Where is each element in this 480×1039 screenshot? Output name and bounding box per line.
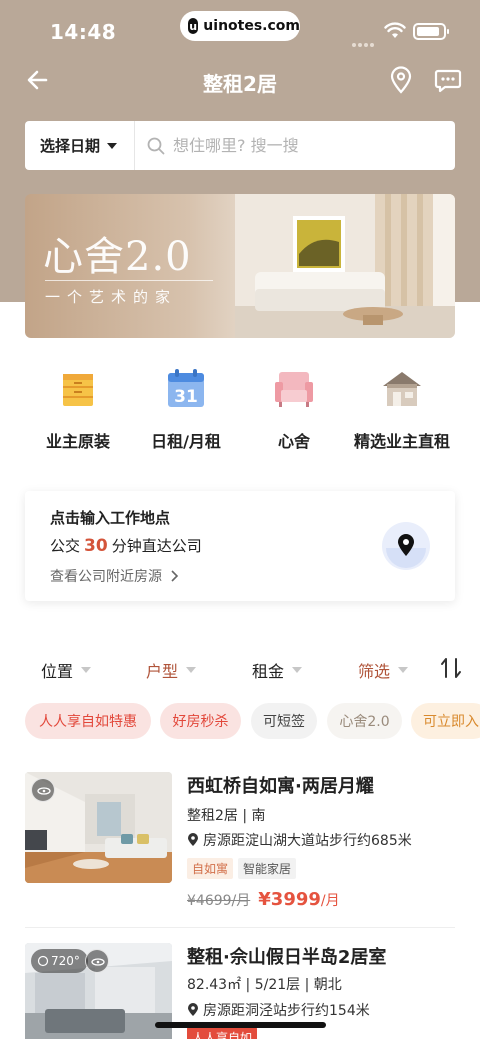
banner-title: 心舍2.0 bbox=[43, 234, 192, 280]
filter-rent[interactable]: 租金 bbox=[252, 658, 303, 682]
location-pin-icon bbox=[386, 534, 426, 568]
date-selector-label: 选择日期 bbox=[40, 137, 101, 155]
calendar-icon: 31 bbox=[168, 369, 204, 407]
tag-flash-sale[interactable]: 好房秒杀 bbox=[160, 703, 241, 739]
listing-photo bbox=[25, 772, 172, 883]
category-label: 精选业主直租 bbox=[353, 432, 450, 451]
listing-title: 整租·佘山假日半岛2居室 bbox=[187, 947, 387, 968]
filter-label: 筛选 bbox=[358, 662, 391, 681]
quick-tag-row: 人人享自如特惠 好房秒杀 可短签 心舍2.0 可立即入 bbox=[25, 703, 480, 739]
pin-icon bbox=[188, 1003, 198, 1016]
chip-brand: 自如寓 bbox=[187, 858, 234, 879]
listing-distance: 房源距淀山湖大道站步行约685米 bbox=[187, 830, 412, 850]
work-card-title: 点击输入工作地点 bbox=[50, 509, 171, 527]
filter-label: 户型 bbox=[146, 662, 179, 681]
search-icon bbox=[147, 137, 165, 154]
commute-info: 公交 30 分钟直达公司 bbox=[50, 535, 202, 556]
distance-text: 房源距洞泾站步行约154米 bbox=[203, 1003, 370, 1019]
price-unit: /月 bbox=[320, 893, 340, 909]
current-price: ¥3999 bbox=[258, 889, 321, 910]
banner-subtitle: 一个艺术的家 bbox=[45, 288, 178, 306]
filter-layout[interactable]: 户型 bbox=[146, 658, 197, 682]
nearby-link-label: 查看公司附近房源 bbox=[50, 569, 162, 585]
dropdown-arrow-icon bbox=[398, 667, 409, 673]
url-pill: u uinotes.com bbox=[180, 11, 300, 41]
pin-icon bbox=[188, 833, 198, 846]
commute-minutes: 30 bbox=[84, 536, 108, 556]
app-screen: 14:48 u uinotes.com 整租2居 选择日期 想住哪里? 搜一搜 … bbox=[0, 0, 480, 1039]
chevron-right-icon bbox=[171, 570, 179, 582]
panorama-icon bbox=[37, 955, 49, 967]
listing-meta: 82.43㎡ | 5/21层 | 朝北 bbox=[187, 977, 342, 993]
chip-smart-home: 智能家居 bbox=[238, 858, 297, 879]
panorama-badge[interactable]: 720° bbox=[31, 949, 88, 973]
listing-title: 西虹桥自如寓·两居月耀 bbox=[187, 776, 374, 797]
nearby-link[interactable]: 查看公司附近房源 bbox=[50, 566, 179, 586]
filter-location[interactable]: 位置 bbox=[41, 658, 92, 682]
location-pin-button[interactable] bbox=[382, 522, 430, 570]
tag-discount[interactable]: 人人享自如特惠 bbox=[25, 703, 151, 739]
listing-card[interactable]: 西虹桥自如寓·两居月耀 整租2居 | 南 房源距淀山湖大道站步行约685米 自如… bbox=[25, 772, 455, 922]
filter-more[interactable]: 筛选 bbox=[358, 658, 409, 682]
commute-suffix: 分钟直达公司 bbox=[111, 537, 202, 555]
vr-view-icon[interactable] bbox=[85, 949, 109, 973]
tag-move-in-now[interactable]: 可立即入 bbox=[411, 703, 480, 739]
promo-banner[interactable]: 心舍2.0 一个艺术的家 bbox=[25, 194, 455, 338]
work-location-card[interactable]: 点击输入工作地点 公交 30 分钟直达公司 查看公司附近房源 bbox=[25, 491, 455, 601]
original-price: ¥4699/月 bbox=[187, 893, 251, 909]
caret-down-icon bbox=[107, 142, 118, 149]
divider bbox=[25, 927, 455, 928]
url-text: uinotes.com bbox=[203, 18, 300, 34]
tag-short-lease[interactable]: 可短签 bbox=[251, 703, 317, 739]
listing-meta: 整租2居 | 南 bbox=[187, 808, 266, 824]
listing-tags: 自如寓 智能家居 bbox=[187, 858, 301, 879]
dropdown-arrow-icon bbox=[81, 667, 92, 673]
svg-text:31: 31 bbox=[174, 387, 198, 407]
nav-bar: 整租2居 bbox=[0, 58, 480, 104]
filter-bar: 位置 户型 租金 筛选 bbox=[0, 654, 480, 684]
tag-xinshe[interactable]: 心舍2.0 bbox=[327, 703, 402, 739]
sort-icon[interactable] bbox=[440, 656, 462, 680]
status-bar: 14:48 u uinotes.com bbox=[0, 0, 480, 58]
wifi-icon bbox=[384, 22, 406, 38]
commute-prefix: 公交 bbox=[50, 537, 81, 555]
filter-label: 租金 bbox=[252, 662, 285, 681]
search-field[interactable] bbox=[135, 136, 455, 155]
date-selector[interactable]: 选择日期 bbox=[25, 121, 135, 170]
distance-text: 房源距淀山湖大道站步行约685米 bbox=[203, 833, 412, 849]
home-indicator bbox=[155, 1022, 326, 1028]
banner-divider bbox=[45, 280, 213, 281]
message-icon[interactable] bbox=[434, 66, 462, 94]
listing-photo: 720° bbox=[25, 943, 172, 1039]
dropdown-arrow-icon bbox=[186, 667, 197, 673]
battery-icon bbox=[413, 23, 449, 40]
house-icon bbox=[383, 372, 421, 406]
vr-view-icon[interactable] bbox=[31, 778, 55, 802]
category-owner-original[interactable]: 业主原装 bbox=[18, 366, 138, 452]
category-owner-direct[interactable]: 精选业主直租 bbox=[342, 366, 462, 452]
category-grid: 业主原装 31 日租/月租 心舍 精选业主直租 bbox=[0, 366, 480, 456]
category-xinshe[interactable]: 心舍 bbox=[234, 366, 354, 452]
panorama-label: 720° bbox=[51, 954, 80, 968]
category-daily-monthly[interactable]: 31 日租/月租 bbox=[126, 366, 246, 452]
category-label: 业主原装 bbox=[45, 432, 110, 451]
cabinet-icon bbox=[63, 374, 93, 406]
dropdown-arrow-icon bbox=[292, 667, 303, 673]
chip-discount: 人人享自如 bbox=[187, 1027, 258, 1039]
filter-label: 位置 bbox=[41, 662, 74, 681]
listing-distance: 房源距洞泾站步行约154米 bbox=[187, 1000, 370, 1020]
search-input[interactable] bbox=[173, 136, 423, 155]
listing-tags: 人人享自如 bbox=[187, 1027, 262, 1039]
listing-price: ¥4699/月 ¥3999 /月 bbox=[187, 889, 340, 910]
signal-icon bbox=[352, 32, 376, 51]
search-bar: 选择日期 bbox=[25, 121, 455, 170]
sofa-icon bbox=[275, 372, 313, 407]
category-label: 心舍 bbox=[277, 432, 310, 451]
category-label: 日租/月租 bbox=[151, 432, 221, 451]
map-pin-icon[interactable] bbox=[388, 66, 414, 94]
status-time: 14:48 bbox=[50, 20, 117, 44]
site-logo-icon: u bbox=[188, 18, 199, 34]
living-room-image bbox=[235, 194, 455, 338]
